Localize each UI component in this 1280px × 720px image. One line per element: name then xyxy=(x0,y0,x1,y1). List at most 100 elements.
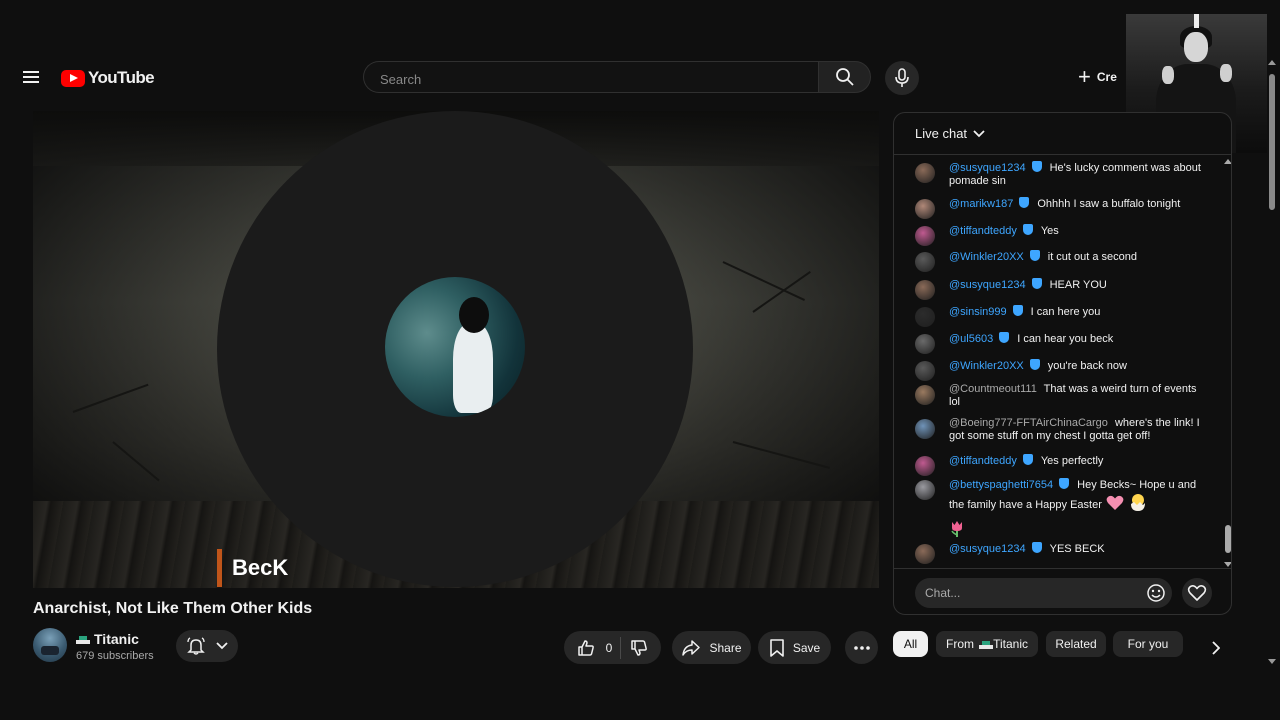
member-badge-icon xyxy=(1019,197,1030,208)
more-actions-button[interactable] xyxy=(845,631,878,664)
notification-bell-button[interactable] xyxy=(176,630,238,662)
chat-message-body: @sinsin999 I can here you xyxy=(949,305,1205,319)
chat-message-text: it cut out a second xyxy=(1047,251,1138,263)
chat-username[interactable]: @tiffandteddy xyxy=(949,225,1017,237)
chat-message-body: @susyque1234 HEAR YOU xyxy=(949,278,1205,292)
chip-for-you[interactable]: For you xyxy=(1113,631,1183,657)
member-badge-icon xyxy=(1059,478,1070,489)
video-player[interactable]: BecK xyxy=(33,111,879,588)
smiley-icon xyxy=(1147,584,1165,602)
album-cover xyxy=(385,277,525,417)
member-badge-icon xyxy=(1029,359,1040,370)
voice-search-button[interactable] xyxy=(885,61,919,95)
chat-message-body: @marikw187 Ohhhh I saw a buffalo tonight xyxy=(949,197,1205,211)
chip-label: For you xyxy=(1127,637,1169,651)
save-label: Save xyxy=(792,640,821,655)
chat-mode-dropdown[interactable]: Live chat xyxy=(915,126,985,141)
bookmark-icon xyxy=(770,638,784,657)
bell-icon xyxy=(187,637,205,655)
hatching-chick-emoji-icon xyxy=(1128,492,1148,516)
chat-avatar[interactable] xyxy=(915,419,935,439)
chevron-right-icon xyxy=(1212,641,1220,655)
chevron-down-icon xyxy=(973,129,985,137)
chat-username[interactable]: @tiffandteddy xyxy=(949,455,1017,467)
chat-username[interactable]: @bettyspaghetti7654 xyxy=(949,479,1053,491)
chat-message-text: Ohhhh I saw a buffalo tonight xyxy=(1037,198,1181,210)
chat-avatar[interactable] xyxy=(915,307,935,327)
youtube-logo[interactable]: YouTube xyxy=(61,67,155,89)
chat-username[interactable]: @susyque1234 xyxy=(949,162,1026,174)
chat-scrollbar[interactable] xyxy=(1224,157,1231,567)
chat-message-body: @ul5603 I can hear you beck xyxy=(949,332,1205,346)
like-dislike-group: 0 xyxy=(564,631,661,664)
chips-next-button[interactable] xyxy=(1204,636,1228,660)
artist-overlay: BecK xyxy=(217,549,288,587)
channel-name[interactable]: Titanic xyxy=(76,631,139,647)
member-badge-icon xyxy=(1029,250,1040,261)
chat-message-text: Yes xyxy=(1040,225,1059,237)
page-scrollbar[interactable] xyxy=(1268,60,1278,664)
chip-related[interactable]: Related xyxy=(1046,631,1106,657)
chip-from[interactable]: From Titanic xyxy=(936,631,1038,657)
chat-avatar[interactable] xyxy=(915,163,935,183)
chat-input[interactable] xyxy=(915,578,1172,608)
create-button[interactable]: + Cre xyxy=(1078,66,1117,88)
chevron-down-icon xyxy=(216,642,228,650)
chat-username[interactable]: @ul5603 xyxy=(949,333,993,345)
logo-text: YouTube xyxy=(88,68,155,87)
share-button[interactable]: Share xyxy=(672,631,751,664)
chat-avatar[interactable] xyxy=(915,385,935,405)
chat-message-text: HEAR YOU xyxy=(1049,279,1107,291)
chat-avatar[interactable] xyxy=(915,252,935,272)
chat-avatar[interactable] xyxy=(915,480,935,500)
chat-message-text: you're back now xyxy=(1047,360,1127,372)
heart-icon xyxy=(1187,585,1207,601)
like-count: 0 xyxy=(605,640,613,655)
chat-username[interactable]: @Winkler20XX xyxy=(949,251,1024,263)
chat-avatar[interactable] xyxy=(915,334,935,354)
chip-all[interactable]: All xyxy=(893,631,928,657)
search-button[interactable] xyxy=(818,61,871,93)
chat-username[interactable]: @marikw187 xyxy=(949,198,1013,210)
search-input[interactable] xyxy=(378,68,802,90)
chat-message-text: I can hear you beck xyxy=(1017,333,1114,345)
pink-heart-emoji-icon xyxy=(1105,494,1125,516)
like-button[interactable]: 0 xyxy=(576,638,613,658)
tulip-emoji-icon xyxy=(949,520,1205,542)
chat-avatar[interactable] xyxy=(915,456,935,476)
chat-username[interactable]: @Boeing777-FFTAirChinaCargo xyxy=(949,417,1108,429)
chat-avatar[interactable] xyxy=(915,361,935,381)
emoji-button[interactable] xyxy=(1146,583,1166,603)
chat-username[interactable]: @Countmeout111 xyxy=(949,383,1037,395)
channel-name-text: Titanic xyxy=(94,631,139,647)
chat-avatar[interactable] xyxy=(915,226,935,246)
chat-username[interactable]: @susyque1234 xyxy=(949,543,1026,555)
heart-reaction-button[interactable] xyxy=(1182,578,1212,608)
share-label: Share xyxy=(709,640,742,655)
save-button[interactable]: Save xyxy=(758,631,831,664)
menu-icon[interactable] xyxy=(20,66,42,88)
member-badge-icon xyxy=(1031,278,1042,289)
member-badge-icon xyxy=(999,332,1010,343)
chat-message-body: @susyque1234 YES BECK xyxy=(949,542,1205,556)
mic-icon xyxy=(895,68,909,87)
chat-avatar[interactable] xyxy=(915,544,935,564)
chat-message-text: YES BECK xyxy=(1049,543,1105,555)
chat-avatar[interactable] xyxy=(915,280,935,300)
chip-label: All xyxy=(903,637,918,651)
chat-avatar[interactable] xyxy=(915,199,935,219)
chat-username[interactable]: @Winkler20XX xyxy=(949,360,1024,372)
like-divider xyxy=(620,636,622,659)
chat-message-body: @susyque1234 He's lucky comment was about… xyxy=(949,161,1205,188)
chat-username[interactable]: @sinsin999 xyxy=(949,306,1007,318)
chat-footer xyxy=(894,568,1231,614)
chat-username[interactable]: @susyque1234 xyxy=(949,279,1026,291)
chat-title: Live chat xyxy=(915,126,968,141)
thumbs-down-icon[interactable] xyxy=(629,638,649,658)
channel-avatar[interactable] xyxy=(33,628,67,662)
share-icon xyxy=(682,639,701,656)
chat-message-list[interactable]: @susyque1234 He's lucky comment was about… xyxy=(894,157,1224,567)
ship-emoji-icon xyxy=(76,634,90,644)
member-badge-icon xyxy=(1031,542,1042,553)
chip-label: Related xyxy=(1055,637,1097,651)
